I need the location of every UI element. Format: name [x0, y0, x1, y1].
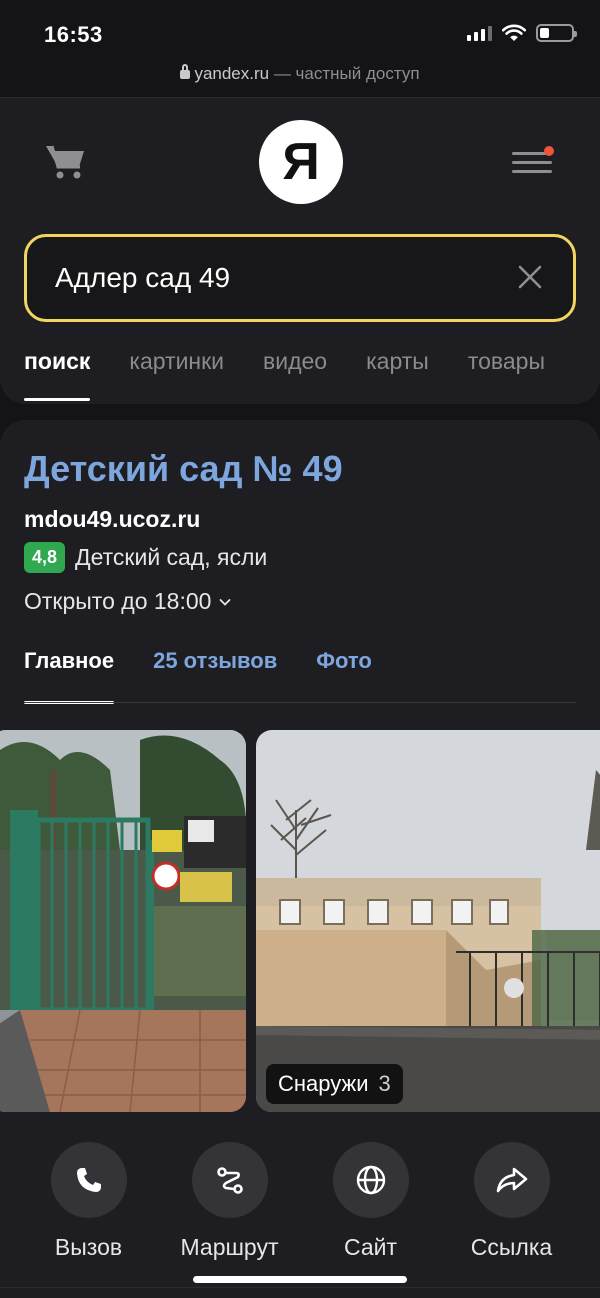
home-indicator[interactable] [193, 1276, 407, 1283]
clear-icon[interactable] [517, 264, 543, 290]
route-button[interactable]: Маршрут [159, 1142, 300, 1261]
route-label: Маршрут [180, 1234, 279, 1260]
photo-caption-count: 3 [378, 1071, 391, 1096]
notification-dot [544, 146, 554, 156]
status-time: 16:53 [44, 22, 103, 47]
rating-row: 4,8 Детский сад, ясли [24, 542, 267, 573]
cart-icon[interactable] [44, 142, 88, 182]
search-box [24, 234, 576, 322]
opening-hours[interactable]: Открыто до 18:00 [24, 588, 231, 615]
wifi-icon [502, 24, 526, 41]
site-label: Сайт [343, 1234, 398, 1260]
battery-icon [536, 24, 577, 42]
photo-building[interactable]: Снаружи 3 [256, 730, 600, 1112]
search-input[interactable] [55, 237, 495, 319]
divider [24, 702, 576, 703]
chevron-down-icon [220, 598, 231, 606]
tab-main[interactable]: Главное [24, 648, 115, 704]
site-button[interactable]: Сайт [300, 1142, 441, 1261]
menu-icon[interactable] [512, 146, 554, 178]
call-label: Вызов [54, 1234, 123, 1260]
rating-badge: 4,8 [24, 542, 66, 573]
tab-images[interactable]: картинки [129, 348, 224, 375]
address-bar[interactable]: yandex.ru — частный доступ [0, 64, 600, 84]
result-domain[interactable]: mdou49.ucoz.ru [24, 506, 200, 533]
photo-caption: Снаружи 3 [266, 1064, 403, 1104]
call-button[interactable]: Вызов [18, 1142, 159, 1261]
address-access-note: — частный доступ [269, 64, 420, 83]
tab-photos[interactable]: Фото [316, 648, 372, 674]
share-icon [496, 1167, 527, 1193]
status-bar: 16:53 [0, 0, 600, 60]
address-domain: yandex.ru [194, 64, 270, 83]
signal-icon [467, 25, 492, 41]
result-tabs: Главное 25 отзывов Фото [24, 648, 372, 704]
opening-hours-text: Открыто до 18:00 [24, 588, 212, 614]
globe-icon [356, 1165, 385, 1195]
yandex-logo[interactable]: Я [259, 120, 343, 204]
search-tabs: поиск картинки видео карты товары [24, 348, 545, 401]
share-button[interactable]: Ссылка [441, 1142, 582, 1261]
share-label: Ссылка [470, 1234, 553, 1260]
route-button-circle[interactable] [191, 1142, 268, 1218]
search-header: Я поиск картинки видео карты товары [0, 98, 600, 404]
action-bar: Вызов Маршрут Сайт Ссылка [0, 1142, 600, 1261]
lock-icon [180, 64, 191, 79]
tab-search[interactable]: поиск [24, 348, 91, 401]
tab-products[interactable]: товары [468, 348, 545, 375]
tab-reviews[interactable]: 25 отзывов [153, 648, 277, 674]
phone-icon [76, 1168, 101, 1192]
tab-video[interactable]: видео [263, 348, 327, 375]
share-button-circle[interactable] [473, 1142, 550, 1218]
result-card: Детский сад № 49 mdou49.ucoz.ru 4,8 Детс… [0, 420, 600, 1298]
site-button-circle[interactable] [332, 1142, 409, 1218]
result-title[interactable]: Детский сад № 49 [24, 448, 343, 490]
photo-caption-label: Снаружи [278, 1071, 369, 1096]
tab-maps[interactable]: карты [366, 348, 429, 375]
route-icon [216, 1167, 243, 1194]
photo-gate[interactable] [0, 730, 246, 1112]
status-icons [467, 24, 577, 42]
result-category: Детский сад, ясли [75, 544, 268, 570]
divider [0, 1287, 600, 1288]
call-button-circle[interactable] [50, 1142, 127, 1218]
